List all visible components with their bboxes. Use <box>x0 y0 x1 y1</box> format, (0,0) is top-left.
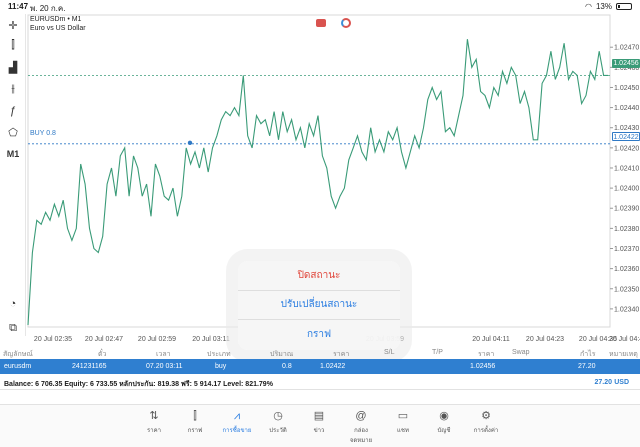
objects-icon[interactable]: ⬠ <box>4 124 22 140</box>
buy-entry-marker <box>187 140 193 146</box>
y-tick-label: 1.02360 <box>614 266 639 273</box>
row-type: buy <box>215 363 227 370</box>
history-icon: ◷ <box>273 410 283 422</box>
tab-chat[interactable]: ▭ แชท <box>386 409 420 435</box>
close-position-button[interactable]: ปิดสถานะ <box>238 261 400 291</box>
tab-trade[interactable]: ⩘ การซื้อขาย <box>220 409 254 435</box>
x-tick-label: 20 Jul 04:11 <box>472 336 510 343</box>
y-tick-label: 1.02390 <box>614 206 639 213</box>
y-tick-label: 1.02370 <box>614 246 639 253</box>
modify-position-button[interactable]: ปรับเปลี่ยนสถานะ <box>238 291 400 321</box>
tab-news[interactable]: ▤ ข่าว <box>302 409 336 435</box>
x-tick-label: 20 Jul 04:47 <box>609 336 640 343</box>
trade-history-icon[interactable]: ◔ <box>4 296 22 312</box>
buy-price-tag: 1.02422 <box>612 132 640 141</box>
row-symbol: eurusdm <box>4 363 32 370</box>
x-tick-label: 20 Jul 02:47 <box>85 336 123 343</box>
x-tick-label: 20 Jul 04:23 <box>526 336 564 343</box>
indicators-icon[interactable]: ▟ <box>4 59 22 75</box>
y-tick-label: 1.02340 <box>614 306 639 313</box>
y-tick-label: 1.02400 <box>614 186 639 193</box>
row-price: 1.02456 <box>470 363 496 370</box>
positions-table-header: สัญลักษณ์ ตั๋ว เวลา ประเภท ปริมาณ ราคา S… <box>0 348 640 359</box>
tab-quotes[interactable]: ⇅ ราคา <box>137 409 171 435</box>
tab-account[interactable]: ◉ บัญชี <box>427 409 461 435</box>
tab-mailbox[interactable]: @ กล่องจดหมาย <box>344 409 378 445</box>
x-tick-label: 20 Jul 02:59 <box>138 336 176 343</box>
one-click-trading-icon[interactable]: ⧉ <box>4 320 22 336</box>
account-icon: ◉ <box>439 410 449 422</box>
y-tick-label: 1.02450 <box>614 85 639 92</box>
gear-icon: ⚙ <box>481 410 491 422</box>
balance-text: Balance: 6 706.35 Equity: 6 733.55 หลักป… <box>4 381 273 388</box>
crosshair-icon[interactable]: ✛ <box>4 17 22 33</box>
x-tick-label: 20 Jul 02:35 <box>34 336 72 343</box>
y-tick-label: 1.02440 <box>614 105 639 112</box>
y-tick-label: 1.02380 <box>614 226 639 233</box>
mailbox-icon: @ <box>355 410 367 422</box>
timeframe-button[interactable]: M1 <box>4 146 22 162</box>
y-tick-label: 1.02410 <box>614 165 639 172</box>
position-row[interactable]: eurusdm 241231165 07.20 03:11 buy 0.8 1.… <box>0 359 640 374</box>
col-swap: Swap <box>512 349 530 356</box>
row-ticket: 241231165 <box>72 363 107 370</box>
sync-icon[interactable] <box>341 18 351 28</box>
bottom-tab-bar: ⇅ ราคา ⫿ กราฟ ⩘ การซื้อขาย ◷ ประวัติ ▤ ข่าว @… <box>0 404 640 447</box>
position-action-sheet: ปิดสถานะ ปรับเปลี่ยนสถานะ กราฟ <box>238 261 400 350</box>
tab-chart[interactable]: ⫿ กราฟ <box>178 409 212 435</box>
current-price-tag: 1.02456 <box>612 59 640 68</box>
settings-icon[interactable]: ⫲ <box>4 81 22 97</box>
balance-summary: Balance: 6 706.35 Equity: 6 733.55 หลักป… <box>0 376 640 390</box>
row-open-price: 1.02422 <box>320 363 346 370</box>
function-icon[interactable]: ƒ <box>4 103 22 119</box>
symbol-info: EURUSDm • M1 Euro vs US Dollar <box>30 15 86 33</box>
account-currency: USD <box>614 379 629 386</box>
tab-history[interactable]: ◷ ประวัติ <box>261 409 295 435</box>
buy-line-label: BUY 0.8 <box>30 130 56 137</box>
y-tick-label: 1.02470 <box>614 45 639 52</box>
flag-icon[interactable] <box>316 19 326 27</box>
col-tp: T/P <box>432 349 443 356</box>
col-sl: S/L <box>384 349 395 356</box>
chart-toolbar: ✛ ⫿ ▟ ⫲ ƒ ⬠ M1 ◔ ⧉ <box>0 14 26 336</box>
y-tick-label: 1.02420 <box>614 145 639 152</box>
chat-icon: ▭ <box>397 410 409 422</box>
trade-icon: ⩘ <box>233 410 241 422</box>
symbol-name: EURUSDm • M1 <box>30 16 82 23</box>
candles-icon[interactable]: ⫿ <box>4 37 22 53</box>
quotes-icon: ⇅ <box>149 410 159 422</box>
row-profit: 27.20 <box>578 363 596 370</box>
symbol-description: Euro vs US Dollar <box>30 25 86 32</box>
chart-button[interactable]: กราฟ <box>238 320 400 350</box>
total-profit: 27.20 <box>594 379 612 386</box>
tab-settings[interactable]: ⚙ การตั้งค่า <box>469 409 503 435</box>
chart-icon: ⫿ <box>193 410 197 422</box>
x-tick-label: 20 Jul 03:11 <box>192 336 230 343</box>
row-time: 07.20 03:11 <box>146 363 183 370</box>
news-icon: ▤ <box>313 410 325 422</box>
row-volume: 0.8 <box>282 363 292 370</box>
y-tick-label: 1.02350 <box>614 286 639 293</box>
